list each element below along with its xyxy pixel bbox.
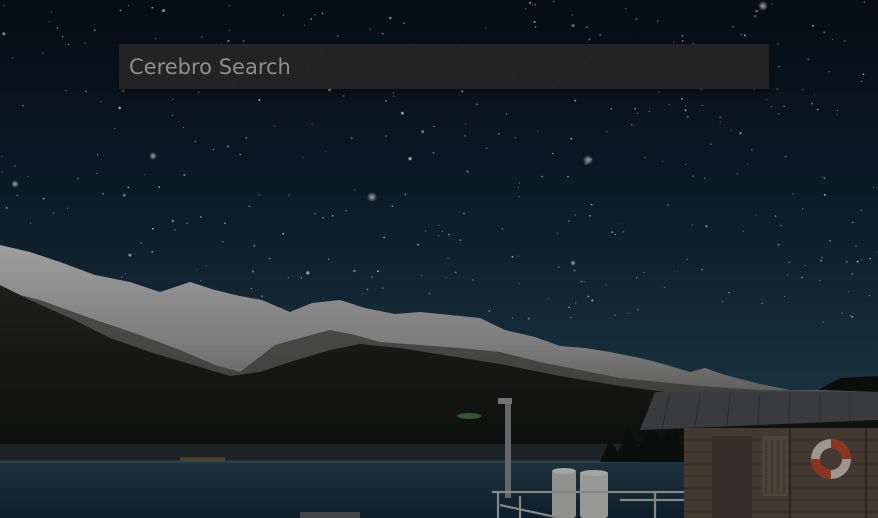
search-bar[interactable] [119,44,769,89]
desktop-screen [0,0,878,518]
search-input[interactable] [119,44,769,89]
